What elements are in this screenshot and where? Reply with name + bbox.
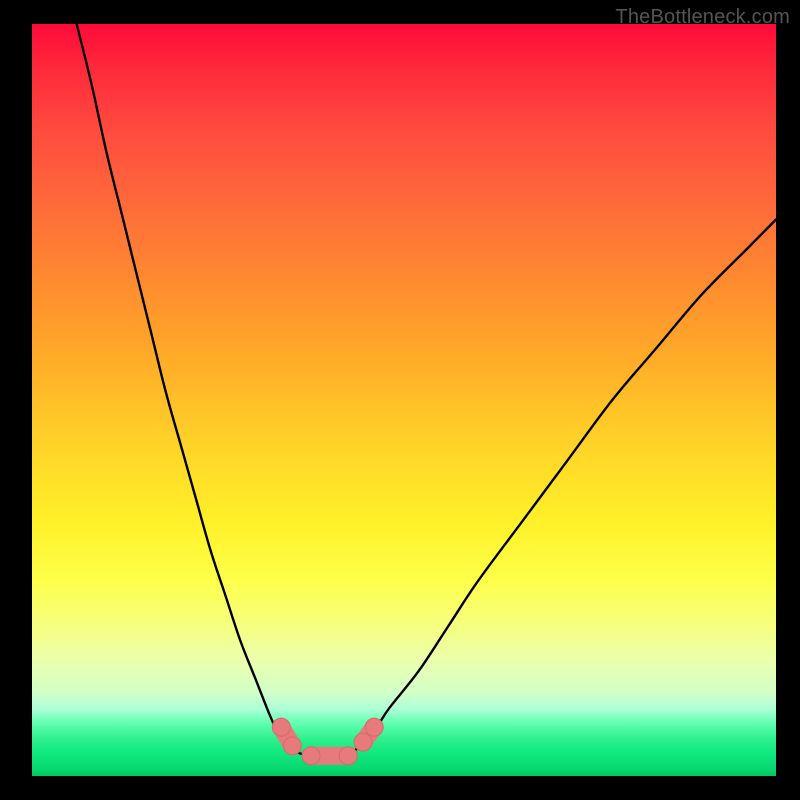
markers bbox=[272, 718, 383, 765]
bottleneck-curve bbox=[77, 24, 776, 759]
curve-path bbox=[77, 24, 776, 759]
watermark-text: TheBottleneck.com bbox=[615, 6, 790, 29]
chart-frame: TheBottleneck.com bbox=[0, 0, 800, 800]
curve-layer bbox=[32, 24, 776, 776]
